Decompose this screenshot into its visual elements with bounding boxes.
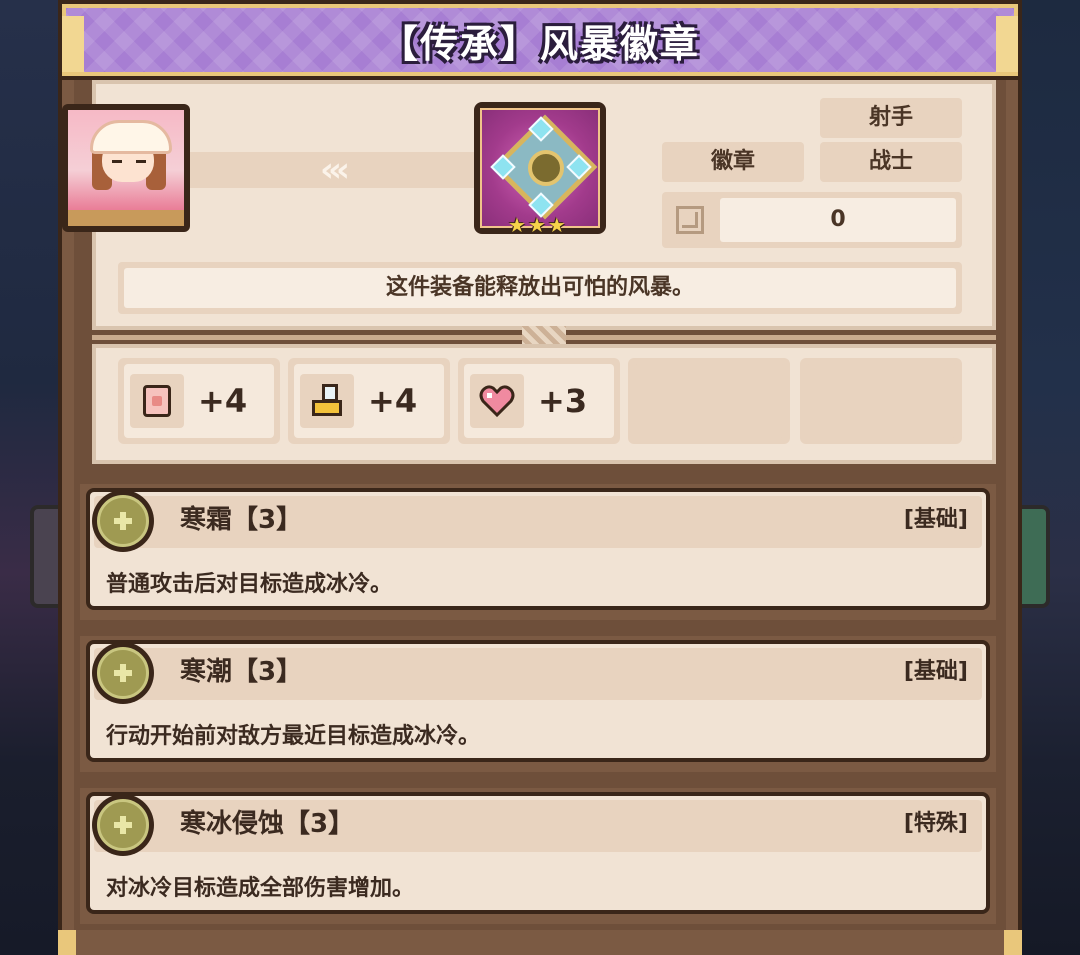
count-box: 0: [662, 192, 962, 248]
hat-icon: [90, 120, 172, 154]
grid-icon: [676, 206, 704, 234]
inherit-arrow-strip: ‹‹‹: [190, 152, 474, 188]
tag-shooter: 射手: [820, 98, 962, 138]
skill-type: [特殊]: [903, 811, 968, 836]
skill-card[interactable]: 寒潮【3】 [基础] 行动开始前对敌方最近目标造成冰冷。: [80, 636, 996, 772]
skill-card[interactable]: 寒霜【3】 [基础] 普通攻击后对目标造成冰冷。: [80, 484, 996, 620]
badge-emblem[interactable]: ★ ★ ★: [474, 102, 606, 236]
skill-card[interactable]: 寒冰侵蚀【3】 [特殊] 对冰冷目标造成全部伤害增加。: [80, 788, 996, 924]
title-bar: 【传承】风暴徽章: [62, 4, 1018, 76]
star-rating: ★ ★ ★: [508, 214, 566, 236]
skill-name: 寒霜【3】: [180, 505, 303, 535]
skill-name: 寒潮【3】: [180, 657, 303, 687]
skill-type: [基础]: [903, 507, 968, 532]
stat-value: +4: [368, 382, 418, 420]
bottom-corner-right: [1004, 930, 1022, 955]
skill-medal-icon: [92, 642, 154, 704]
skill-name: 寒冰侵蚀【3】: [180, 809, 355, 839]
fist-icon: [143, 385, 171, 417]
boot-icon: [312, 384, 344, 418]
description-box: 这件装备能释放出可怕的风暴。: [118, 262, 962, 314]
hero-portrait[interactable]: [62, 104, 190, 232]
stat-slot-empty: [628, 358, 790, 444]
panel-bottom-strip: [58, 930, 1022, 955]
skill-description: 行动开始前对敌方最近目标造成冰冷。: [106, 724, 481, 749]
star-icon: ★: [547, 213, 566, 237]
stat-value: +4: [198, 382, 248, 420]
skill-type: [基础]: [903, 659, 968, 684]
tag-warrior: 战士: [820, 142, 962, 182]
stat-slot-speed[interactable]: +4: [288, 358, 450, 444]
tag-badge: 徽章: [662, 142, 804, 182]
skill-medal-icon: [92, 794, 154, 856]
count-value: 0: [720, 198, 956, 242]
stat-slot-empty: [800, 358, 962, 444]
heart-icon: [479, 385, 515, 418]
stat-value: +3: [538, 382, 588, 420]
item-description: 这件装备能释放出可怕的风暴。: [124, 268, 956, 308]
stat-slot-health[interactable]: +3: [458, 358, 620, 444]
star-icon: ★: [527, 213, 546, 237]
item-title: 【传承】风暴徽章: [379, 21, 700, 66]
skill-description: 普通攻击后对目标造成冰冷。: [106, 572, 393, 597]
stat-slot-attack[interactable]: +4: [118, 358, 280, 444]
bottom-corner-left: [58, 930, 76, 955]
title-corner-right: [996, 16, 1018, 72]
skill-description: 对冰冷目标造成全部伤害增加。: [106, 876, 415, 901]
skill-medal-icon: [92, 490, 154, 552]
title-corner-left: [62, 16, 84, 72]
star-icon: ★: [508, 213, 526, 237]
chevron-left-icon: ‹‹‹: [320, 150, 350, 190]
